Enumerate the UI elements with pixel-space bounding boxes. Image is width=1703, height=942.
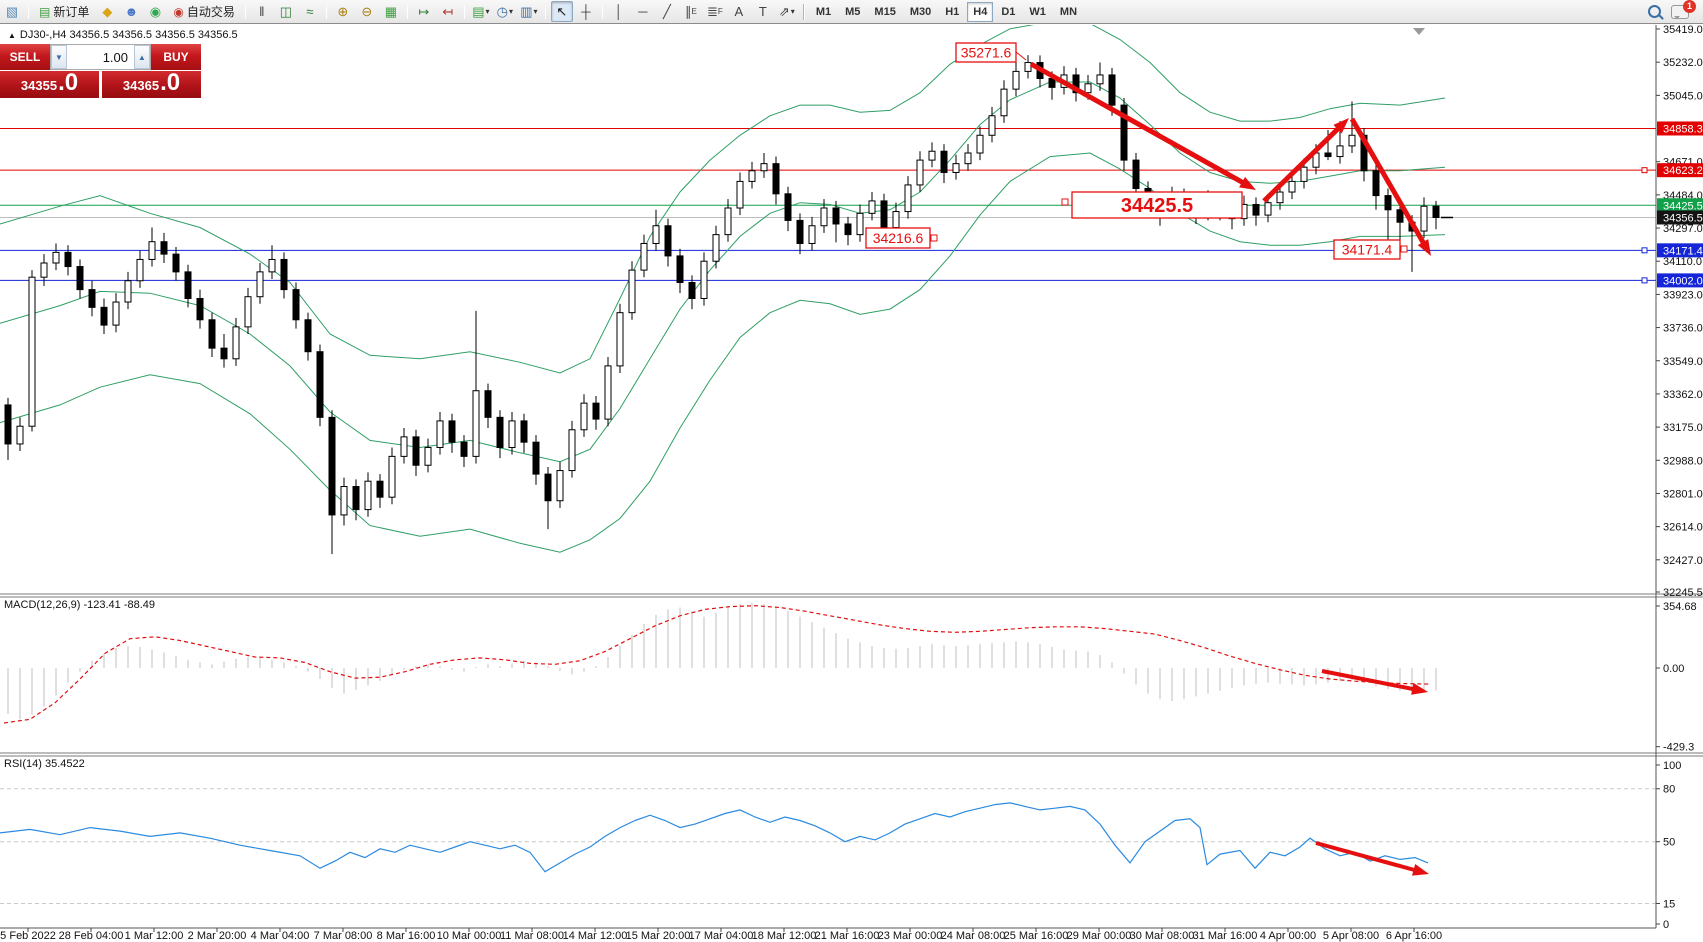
time-axis-label: 1 Mar 12:00 [125,930,184,942]
svg-text:33549.0: 33549.0 [1663,356,1703,368]
volume-input[interactable]: 1.00 [67,50,134,65]
time-axis-label: 30 Mar 08:00 [1130,930,1195,942]
rsi-line [0,803,1428,872]
one-click-trading-panel: SELL ▼ 1.00 ▲ BUY 34355.0 34365.0 [0,44,201,98]
sell-price[interactable]: 34355.0 [0,71,99,98]
time-axis-label: 31 Mar 16:00 [1193,930,1258,942]
svg-text:0.00: 0.00 [1663,663,1684,675]
volume-control: ▼ 1.00 ▲ [50,44,151,70]
svg-text:354.68: 354.68 [1663,601,1697,613]
svg-text:34623.2: 34623.2 [1663,165,1703,177]
time-axis-label: 25 Mar 16:00 [1004,930,1069,942]
svg-text:100: 100 [1663,760,1681,772]
price-axis[interactable]: 35419.035232.035045.034671.034484.034297… [1656,24,1703,931]
time-axis-label: 21 Mar 16:00 [815,930,880,942]
svg-text:34858.3: 34858.3 [1663,123,1703,135]
macd-label: MACD(12,26,9) -123.41 -88.49 [4,599,155,611]
svg-text:34110.0: 34110.0 [1663,256,1702,268]
analyst-annotations: 35271.6 34425.5 34216.6 34171.4 [866,43,1431,876]
svg-text:34425.5: 34425.5 [1663,200,1703,212]
time-axis-label: 18 Mar 12:00 [752,930,817,942]
chart-end-marker [1413,28,1425,35]
svg-text:33923.0: 33923.0 [1663,289,1703,301]
chart-title-text: DJ30-,H4 34356.5 34356.5 34356.5 34356.5 [20,29,238,41]
price-annotation-text: 35271.6 [961,45,1012,61]
time-axis-label: 2 Mar 20:00 [188,930,247,942]
time-axis-label: 15 Mar 20:00 [626,930,691,942]
svg-text:15: 15 [1663,899,1675,911]
svg-text:32245.5: 32245.5 [1663,587,1703,599]
trend-arrow [1264,124,1343,201]
svg-text:32614.0: 32614.0 [1663,522,1703,534]
svg-text:50: 50 [1663,837,1675,849]
volume-increase-button[interactable]: ▲ [134,45,150,69]
time-axis-label: 23 Mar 00:00 [878,930,943,942]
buy-button[interactable]: BUY [151,44,201,70]
svg-text:35419.0: 35419.0 [1663,24,1703,36]
rsi-pane [0,789,1656,904]
buy-price[interactable]: 34365.0 [102,71,201,98]
time-axis-label: 5 Apr 08:00 [1323,930,1379,942]
time-axis-label: 17 Mar 04:00 [689,930,754,942]
bollinger-bands [0,22,1445,553]
svg-text:34171.4: 34171.4 [1663,245,1703,257]
trend-arrow [1352,119,1427,248]
trend-arrowhead [1418,239,1431,256]
sell-button[interactable]: SELL [0,44,50,70]
svg-text:-429.3: -429.3 [1663,742,1694,754]
bollinger-middle [0,82,1445,462]
svg-text:33362.0: 33362.0 [1663,389,1703,401]
svg-text:80: 80 [1663,784,1675,796]
time-axis-label: 7 Mar 08:00 [314,930,373,942]
price-annotation-text: 34216.6 [873,230,924,246]
time-axis-label: 24 Mar 08:00 [941,930,1006,942]
time-axis-label: 4 Mar 04:00 [251,930,310,942]
macd-pane [4,603,1436,723]
price-annotation-text: 34171.4 [1342,242,1393,258]
time-axis-label: 29 Mar 00:00 [1067,930,1132,942]
svg-text:32801.0: 32801.0 [1663,488,1703,500]
trend-arrow [1322,671,1419,690]
time-axis-label: 5 Feb 2022 [0,930,56,942]
trend-arrowhead [1412,864,1429,876]
time-axis-label: 28 Feb 04:00 [59,930,124,942]
trend-arrow [1031,64,1248,186]
svg-text:32988.0: 32988.0 [1663,455,1703,467]
svg-text:34356.5: 34356.5 [1663,212,1703,224]
trend-arrowhead [1411,683,1428,695]
svg-text:34297.0: 34297.0 [1663,223,1703,235]
rsi-label: RSI(14) 35.4522 [4,758,85,770]
svg-text:34002.0: 34002.0 [1663,275,1703,287]
time-axis-label: 14 Mar 12:00 [563,930,628,942]
main-pane [0,22,1656,554]
macd-signal-line [4,606,1430,723]
candles-layer [5,55,1439,554]
volume-decrease-button[interactable]: ▼ [51,45,67,69]
pane-borders [0,25,1703,928]
time-axis-label: 11 Mar 08:00 [500,930,564,942]
chart-canvas[interactable]: 35271.6 34425.5 34216.6 34171.4 35419.0 35232… [0,0,1703,942]
time-axis[interactable]: 5 Feb 202228 Feb 04:001 Mar 12:00 2 Mar 2… [0,928,1442,942]
time-axis-label: 4 Apr 00:00 [1260,930,1316,942]
svg-text:33736.0: 33736.0 [1663,323,1703,335]
time-axis-label: 8 Mar 16:00 [377,930,436,942]
level-lines [0,128,1656,282]
price-annotation-text: 34425.5 [1121,195,1193,217]
svg-text:35045.0: 35045.0 [1663,90,1703,102]
time-axis-label: 6 Apr 16:00 [1386,930,1442,942]
collapse-panel-icon[interactable]: ▲ [8,31,16,40]
time-axis-label: 10 Mar 00:00 [437,930,502,942]
mt4-window: { "toolbar":{ "groups":[ {"items":[{"typ… [0,0,1703,942]
svg-text:35232.0: 35232.0 [1663,57,1703,69]
macd-histogram [8,603,1436,719]
trend-arrowhead [1239,177,1256,190]
chart-title: ▲ DJ30-,H4 34356.5 34356.5 34356.5 34356.… [8,29,238,41]
svg-text:32427.0: 32427.0 [1663,555,1703,567]
svg-text:0: 0 [1663,919,1669,931]
svg-text:33175.0: 33175.0 [1663,422,1703,434]
trend-arrow [1316,843,1420,872]
